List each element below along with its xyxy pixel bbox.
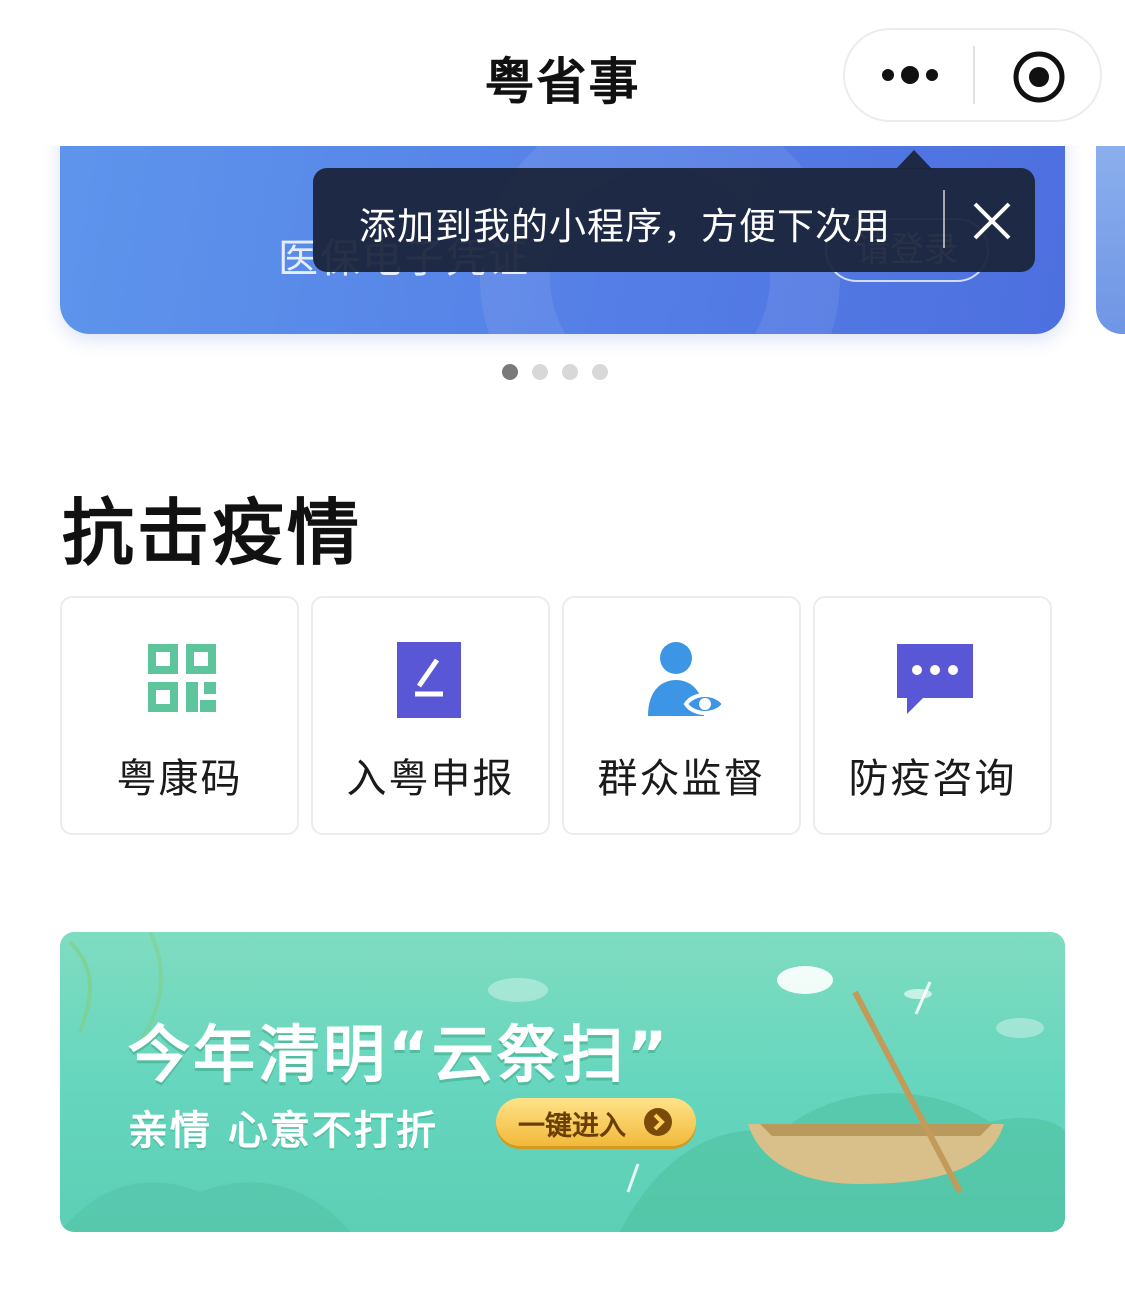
service-label: 防疫咨询: [848, 756, 1017, 802]
tooltip-text: 添加到我的小程序，方便下次用: [359, 205, 891, 248]
chat-bubble-icon: [897, 644, 973, 714]
service-tile-health-code[interactable]: 粤康码: [60, 596, 299, 835]
promo-subtitle: 亲情 心意不打折: [128, 1108, 438, 1154]
chevron-right-icon: [644, 1108, 672, 1136]
banner-pager: [502, 364, 608, 380]
enter-now-button[interactable]: 一键进入: [496, 1098, 696, 1146]
more-button[interactable]: [845, 30, 973, 120]
person-eye-icon: [648, 642, 724, 716]
mini-program-capsule: [843, 28, 1102, 122]
epidemic-services-grid: 粤康码 入粤申报 群众监督 防疫咨询: [60, 596, 1060, 836]
tooltip-close-button[interactable]: [965, 194, 1019, 248]
section-title: 抗击疫情: [62, 491, 363, 575]
pager-dot[interactable]: [502, 364, 518, 380]
cta-label: 一键进入: [518, 1111, 626, 1142]
add-to-my-miniprogram-tooltip: 添加到我的小程序，方便下次用: [313, 168, 1035, 272]
navbar: 粤省事: [0, 0, 1125, 146]
service-label: 粤康码: [116, 756, 243, 802]
qingming-promo-banner[interactable]: 今年清明“云祭扫” 亲情 心意不打折 一键进入: [60, 932, 1065, 1232]
service-label: 群众监督: [597, 756, 766, 802]
more-dots-icon: [882, 66, 938, 84]
service-label: 入粤申报: [346, 756, 515, 802]
circle-target-icon: [1013, 51, 1065, 103]
service-tile-entry-declaration[interactable]: 入粤申报: [311, 596, 550, 835]
pager-dot[interactable]: [532, 364, 548, 380]
promo-title: 今年清明“云祭扫”: [128, 1018, 671, 1091]
service-tile-consultation[interactable]: 防疫咨询: [813, 596, 1052, 835]
close-icon: [973, 202, 1011, 240]
next-banner-peek[interactable]: [1096, 118, 1125, 334]
pager-dot[interactable]: [592, 364, 608, 380]
tooltip-divider: [943, 190, 945, 248]
exit-button[interactable]: [975, 30, 1103, 120]
edit-form-icon: [397, 642, 461, 718]
pager-dot[interactable]: [562, 364, 578, 380]
tooltip-arrow: [896, 150, 932, 169]
service-tile-public-supervision[interactable]: 群众监督: [562, 596, 801, 835]
page: 医保电子凭证 请登录 粤省事 添加到我的小程序，方便: [0, 0, 1125, 1293]
qr-code-icon: [148, 644, 216, 712]
